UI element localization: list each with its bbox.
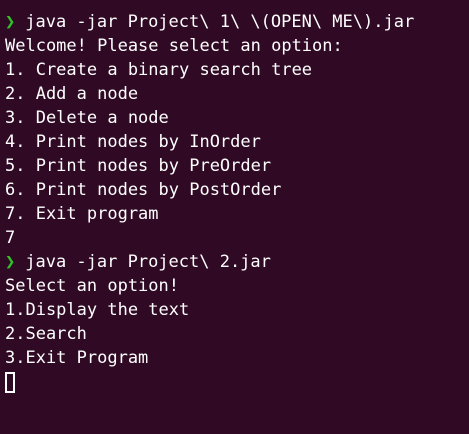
output-line: 5. Print nodes by PreOrder xyxy=(5,156,272,176)
output-line: 1.Display the text xyxy=(5,300,190,320)
prompt-icon: ❯ xyxy=(5,12,16,32)
output-line: Welcome! Please select an option: xyxy=(5,36,343,56)
command-line: ❯ java -jar Project\ 2.jar xyxy=(5,250,469,274)
command-line: ❯ java -jar Project\ 1\ \(OPEN\ ME\).jar xyxy=(5,10,469,34)
prompt-icon: ❯ xyxy=(5,252,16,272)
output-line: 2. Add a node xyxy=(5,84,139,104)
command-text: java -jar Project\ 2.jar xyxy=(25,252,271,272)
command-text: java -jar Project\ 1\ \(OPEN\ ME\).jar xyxy=(25,12,415,32)
input-line[interactable] xyxy=(5,370,469,394)
output-line: 4. Print nodes by InOrder xyxy=(5,132,261,152)
output-line: 3.Exit Program xyxy=(5,348,149,368)
terminal-window[interactable]: ❯ java -jar Project\ 1\ \(OPEN\ ME\).jar… xyxy=(0,0,469,434)
output-line: 7. Exit program xyxy=(5,204,159,224)
output-line: 7 xyxy=(5,228,16,248)
output-line: 1. Create a binary search tree xyxy=(5,60,313,80)
output-line: 2.Search xyxy=(5,324,87,344)
output-line: 3. Delete a node xyxy=(5,108,169,128)
output-line: 6. Print nodes by PostOrder xyxy=(5,180,282,200)
output-line: Select an option! xyxy=(5,276,179,296)
text-cursor[interactable] xyxy=(5,372,15,393)
